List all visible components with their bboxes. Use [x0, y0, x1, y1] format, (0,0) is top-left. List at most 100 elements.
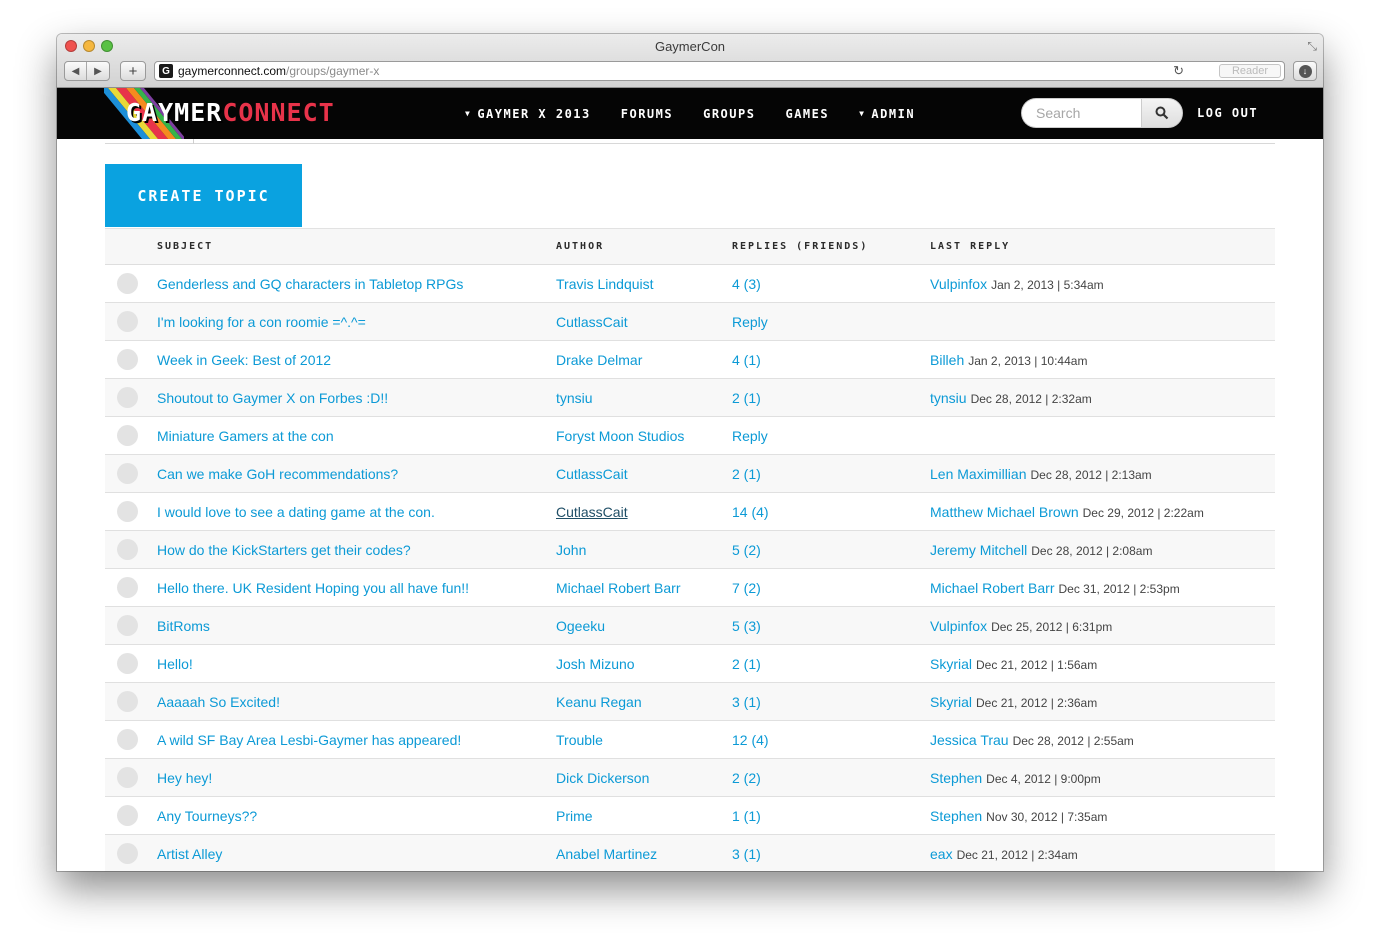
topic-author-link[interactable]: tynsiu — [556, 390, 593, 406]
last-reply-author-link[interactable]: eax — [930, 846, 953, 862]
topic-author-link[interactable]: Prime — [556, 808, 593, 824]
last-reply-cell: tynsiu Dec 28, 2012 | 2:32am — [930, 390, 1092, 406]
topic-subject-link[interactable]: I'm looking for a con roomie =^.^= — [157, 314, 366, 330]
topic-author-link[interactable]: Josh Mizuno — [556, 656, 635, 672]
topic-author-link[interactable]: Foryst Moon Studios — [556, 428, 684, 444]
topic-author-link[interactable]: CutlassCait — [556, 504, 628, 520]
last-reply-timestamp: Dec 31, 2012 | 2:53pm — [1058, 582, 1180, 596]
table-row: Week in Geek: Best of 2012 Drake Delmar 4 … — [105, 341, 1275, 379]
nav-admin[interactable]: ▼ ADMIN — [859, 107, 915, 121]
topic-replies-link[interactable]: 3 (1) — [732, 846, 761, 862]
last-reply-timestamp: Dec 28, 2012 | 2:08am — [1031, 544, 1153, 558]
last-reply-cell: Stephen Dec 4, 2012 | 9:00pm — [930, 770, 1101, 786]
nav-forums[interactable]: FORUMS — [621, 107, 673, 121]
site-logo[interactable]: GAYMERCONNECT — [104, 88, 449, 139]
topic-subject-link[interactable]: BitRoms — [157, 618, 210, 634]
topic-replies-link[interactable]: 5 (2) — [732, 542, 761, 558]
topic-status-icon — [117, 273, 138, 294]
topic-replies-link[interactable]: 3 (1) — [732, 694, 761, 710]
header-author[interactable]: AUTHOR — [556, 241, 604, 252]
topic-author-link[interactable]: Trouble — [556, 732, 603, 748]
topic-status-icon — [117, 539, 138, 560]
topic-subject-link[interactable]: I would love to see a dating game at the… — [157, 504, 435, 520]
topic-author-link[interactable]: CutlassCait — [556, 314, 628, 330]
reload-icon[interactable]: ↻ — [1173, 63, 1184, 79]
last-reply-author-link[interactable]: Skyrial — [930, 656, 972, 672]
fullscreen-icon[interactable]: ⤡ — [1307, 39, 1317, 54]
last-reply-author-link[interactable]: Vulpinfox — [930, 276, 987, 292]
topic-subject-link[interactable]: Any Tourneys?? — [157, 808, 257, 824]
add-bookmark-button[interactable]: + — [120, 61, 146, 81]
topic-subject-link[interactable]: Hey hey! — [157, 770, 212, 786]
create-topic-button[interactable]: CREATE TOPIC — [105, 164, 302, 227]
topic-status-icon — [117, 577, 138, 598]
topic-subject-link[interactable]: Week in Geek: Best of 2012 — [157, 352, 331, 368]
address-bar[interactable]: G gaymerconnect.com/groups/gaymer-x ↻ Re… — [154, 61, 1285, 81]
search-input[interactable] — [1021, 98, 1141, 128]
header-replies[interactable]: REPLIES (FRIENDS) — [732, 241, 868, 252]
reader-button[interactable]: Reader — [1219, 64, 1281, 78]
last-reply-cell: Skyrial Dec 21, 2012 | 2:36am — [930, 694, 1097, 710]
last-reply-author-link[interactable]: Vulpinfox — [930, 618, 987, 634]
topic-subject-link[interactable]: Genderless and GQ characters in Tabletop… — [157, 276, 463, 292]
topic-subject-link[interactable]: How do the KickStarters get their codes? — [157, 542, 411, 558]
table-row: Shoutout to Gaymer X on Forbes :D!! tynsi… — [105, 379, 1275, 417]
table-row: I would love to see a dating game at the… — [105, 493, 1275, 531]
topic-subject-link[interactable]: Shoutout to Gaymer X on Forbes :D!! — [157, 390, 388, 406]
topic-author-link[interactable]: Ogeeku — [556, 618, 605, 634]
last-reply-author-link[interactable]: Stephen — [930, 770, 982, 786]
last-reply-author-link[interactable]: Michael Robert Barr — [930, 580, 1055, 596]
topic-replies-link[interactable]: 4 (1) — [732, 352, 761, 368]
last-reply-author-link[interactable]: Len Maximillian — [930, 466, 1026, 482]
reply-link[interactable]: Reply — [732, 314, 768, 330]
topic-subject-link[interactable]: Miniature Gamers at the con — [157, 428, 334, 444]
nav-gaymer-x-2013[interactable]: ▼ GAYMER X 2013 — [465, 107, 591, 121]
last-reply-author-link[interactable]: Billeh — [930, 352, 964, 368]
header-last-reply[interactable]: LAST REPLY — [930, 241, 1010, 252]
topic-subject-link[interactable]: Hello there. UK Resident Hoping you all … — [157, 580, 469, 596]
back-button[interactable]: ◀ — [65, 62, 87, 80]
topic-author-link[interactable]: CutlassCait — [556, 466, 628, 482]
topic-replies-link[interactable]: 5 (3) — [732, 618, 761, 634]
last-reply-author-link[interactable]: Jeremy Mitchell — [930, 542, 1027, 558]
topic-replies-link[interactable]: 2 (1) — [732, 656, 761, 672]
topic-author-link[interactable]: Travis Lindquist — [556, 276, 654, 292]
last-reply-author-link[interactable]: Matthew Michael Brown — [930, 504, 1079, 520]
topic-replies-link[interactable]: 12 (4) — [732, 732, 769, 748]
search-button[interactable] — [1141, 98, 1183, 128]
logout-link[interactable]: LOG OUT — [1197, 106, 1258, 120]
topic-subject-link[interactable]: Hello! — [157, 656, 193, 672]
topic-author-link[interactable]: Michael Robert Barr — [556, 580, 681, 596]
logo-wordmark: GAYMERCONNECT — [126, 98, 335, 127]
topic-subject-link[interactable]: Can we make GoH recommendations? — [157, 466, 398, 482]
reply-link[interactable]: Reply — [732, 428, 768, 444]
topic-replies-link[interactable]: 14 (4) — [732, 504, 769, 520]
topic-author-link[interactable]: Keanu Regan — [556, 694, 642, 710]
topic-subject-link[interactable]: Artist Alley — [157, 846, 222, 862]
last-reply-cell: Skyrial Dec 21, 2012 | 1:56am — [930, 656, 1097, 672]
header-subject[interactable]: SUBJECT — [157, 241, 213, 252]
page-content: CREATE TOPIC SUBJECT AUTHOR REPLIES (FRI… — [57, 139, 1323, 871]
topic-replies-link[interactable]: 2 (1) — [732, 466, 761, 482]
last-reply-author-link[interactable]: tynsiu — [930, 390, 967, 406]
forward-button[interactable]: ▶ — [87, 62, 109, 80]
topic-author-link[interactable]: Anabel Martinez — [556, 846, 657, 862]
nav-groups[interactable]: GROUPS — [703, 107, 755, 121]
topic-replies-link[interactable]: 1 (1) — [732, 808, 761, 824]
topic-author-link[interactable]: Drake Delmar — [556, 352, 642, 368]
last-reply-author-link[interactable]: Skyrial — [930, 694, 972, 710]
downloads-button[interactable]: ↓ — [1293, 61, 1317, 81]
topic-subject-link[interactable]: Aaaaah So Excited! — [157, 694, 280, 710]
last-reply-author-link[interactable]: Stephen — [930, 808, 982, 824]
topic-replies-link[interactable]: 2 (2) — [732, 770, 761, 786]
topic-replies-link[interactable]: 7 (2) — [732, 580, 761, 596]
topic-replies-link[interactable]: 4 (3) — [732, 276, 761, 292]
nav-games[interactable]: GAMES — [785, 107, 829, 121]
last-reply-author-link[interactable]: Jessica Trau — [930, 732, 1009, 748]
topic-author-link[interactable]: Dick Dickerson — [556, 770, 649, 786]
last-reply-cell: Vulpinfox Jan 2, 2013 | 5:34am — [930, 276, 1104, 292]
topic-replies-link[interactable]: 2 (1) — [732, 390, 761, 406]
topic-author-link[interactable]: John — [556, 542, 586, 558]
site-header: GAYMERCONNECT ▼ GAYMER X 2013 FORUMS GROU… — [57, 88, 1323, 139]
topic-subject-link[interactable]: A wild SF Bay Area Lesbi-Gaymer has appe… — [157, 732, 461, 748]
